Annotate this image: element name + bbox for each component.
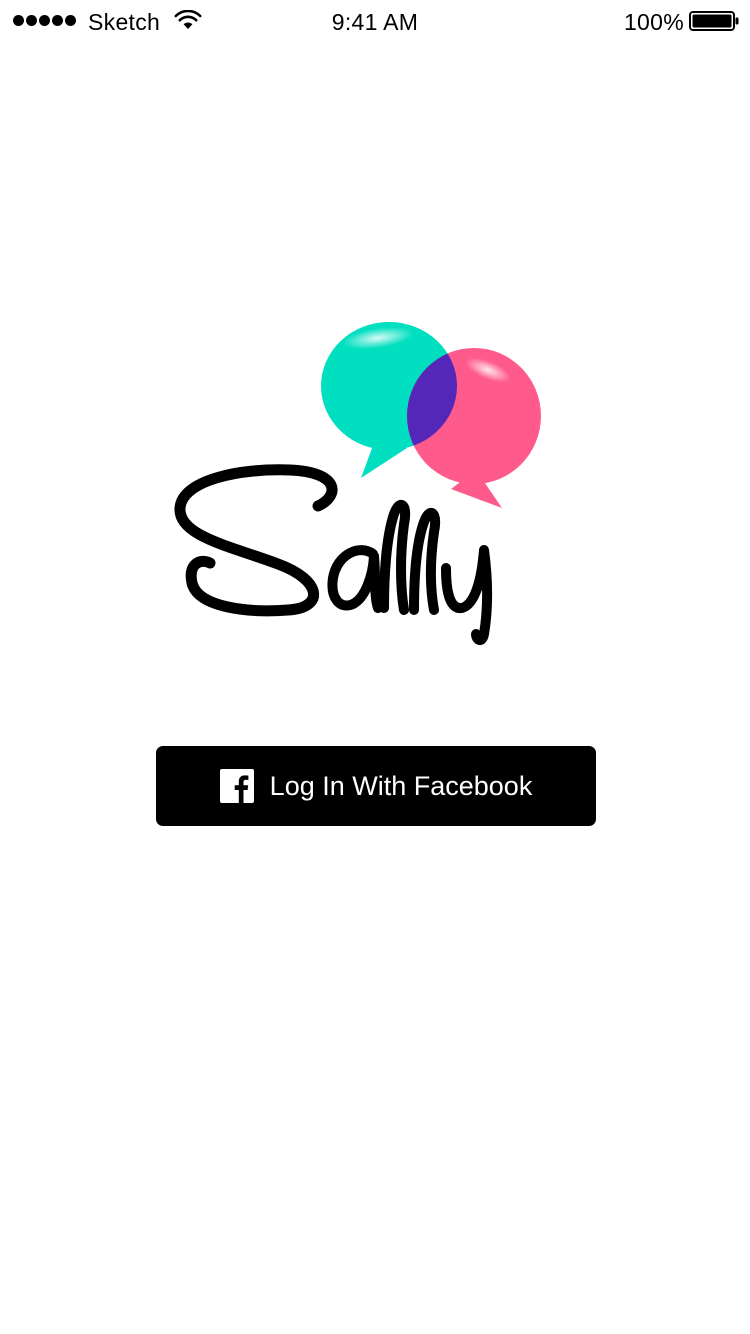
facebook-login-button[interactable]: Log In With Facebook: [156, 746, 596, 826]
sally-logo-graphic: [174, 322, 541, 645]
sally-wordmark: [174, 464, 492, 645]
facebook-login-label: Log In With Facebook: [269, 771, 533, 801]
battery-percentage: 100%: [623, 9, 684, 35]
sally-logo: [170, 318, 550, 648]
login-screen: Sketch 9:41 AM 100% Log In With Facebook: [0, 0, 750, 1334]
battery-icon: [689, 11, 739, 31]
status-bar: Sketch 9:41 AM 100%: [0, 0, 750, 44]
facebook-icon: [219, 769, 254, 803]
